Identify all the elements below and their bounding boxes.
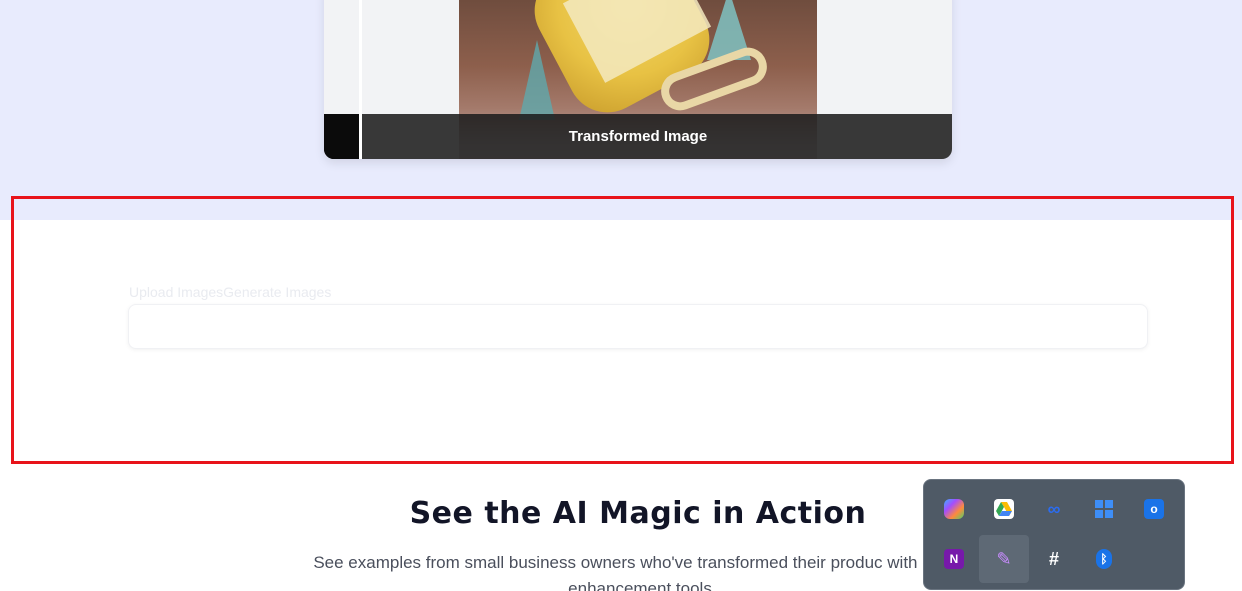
meta-icon: ∞ bbox=[1047, 498, 1061, 519]
bluetooth-icon: ᛒ bbox=[1096, 549, 1112, 569]
tab-generate-images[interactable]: Generate Images bbox=[223, 284, 331, 300]
upload-tabs: Upload Images Generate Images bbox=[129, 284, 331, 300]
tray-item-slack[interactable]: # bbox=[1029, 535, 1079, 583]
quill-pen-icon: ✎ bbox=[996, 548, 1012, 569]
onenote-icon: N bbox=[944, 549, 964, 569]
tray-item-bluetooth[interactable]: ᛒ bbox=[1079, 535, 1129, 583]
caption-bar: Transformed Image bbox=[324, 114, 952, 159]
tray-item-onenote[interactable]: N bbox=[929, 535, 979, 583]
before-after-comparison[interactable]: Transformed Image bbox=[324, 0, 952, 159]
google-drive-icon bbox=[994, 499, 1014, 519]
transformed-image-caption: Transformed Image bbox=[568, 128, 708, 145]
tray-item-task-manager[interactable] bbox=[1079, 485, 1129, 533]
system-tray-overflow: ∞ o N ✎ # ᛒ bbox=[923, 479, 1185, 590]
task-manager-icon bbox=[1094, 499, 1114, 519]
tab-upload-images[interactable]: Upload Images bbox=[129, 284, 223, 300]
section-subtitle: See examples from small business owners … bbox=[313, 553, 967, 591]
tray-item-meta[interactable]: ∞ bbox=[1029, 485, 1079, 533]
tray-item-google-drive[interactable] bbox=[979, 485, 1029, 533]
tray-item-copilot[interactable] bbox=[929, 485, 979, 533]
comparison-slider-handle[interactable] bbox=[359, 0, 362, 159]
upload-dropzone[interactable] bbox=[128, 304, 1148, 349]
copilot-icon bbox=[944, 499, 964, 519]
tray-item-outlook[interactable]: o bbox=[1129, 485, 1179, 533]
slack-icon: # bbox=[1048, 548, 1059, 569]
tray-item-quill[interactable]: ✎ bbox=[979, 535, 1029, 583]
outlook-icon: o bbox=[1144, 499, 1164, 519]
